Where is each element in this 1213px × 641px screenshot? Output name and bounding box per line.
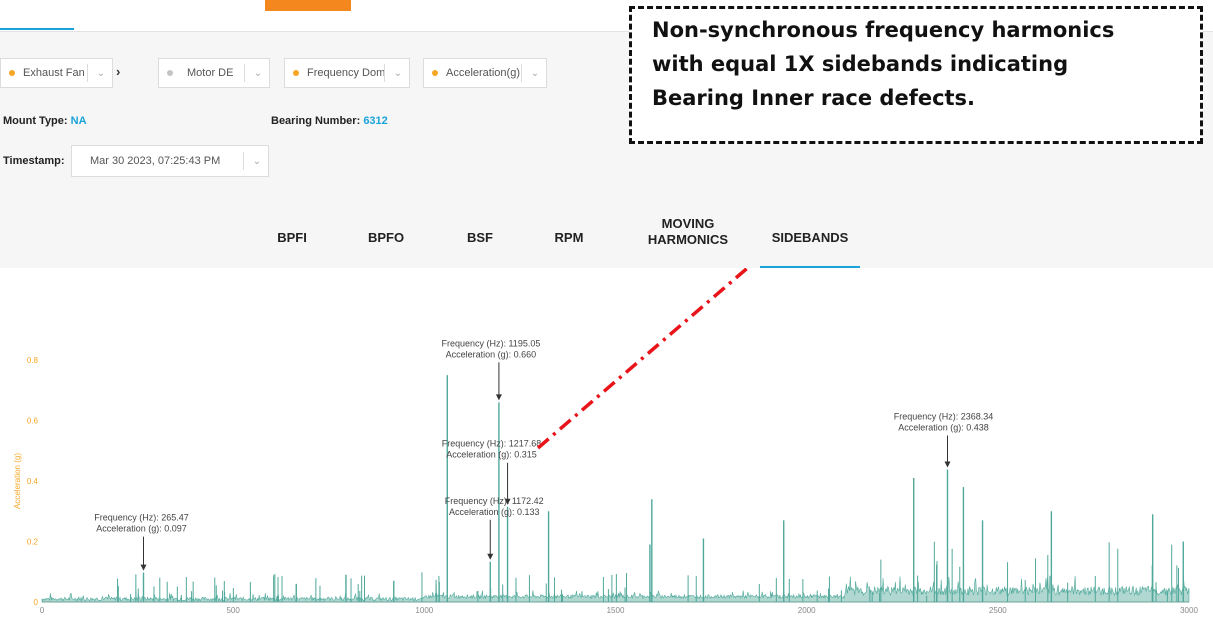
y-tick-label: 0.2 <box>27 538 39 547</box>
asset-select[interactable]: Exhaust Fan 2A ⌄ <box>0 58 113 88</box>
location-select[interactable]: Motor DE ⌄ <box>158 58 270 88</box>
measure-select[interactable]: Acceleration(g) ⌄ <box>423 58 547 88</box>
y-axis-label: Acceleration (g) <box>13 453 22 509</box>
peak-annotation-frequency: Frequency (Hz): 2368.34 <box>894 412 994 422</box>
tab-bpfo[interactable]: BPFO <box>366 230 406 246</box>
select-separator <box>521 64 522 82</box>
spectrum-chart: 0 500 1000 1500 2000 2500 3000 0 0.2 0.4 0.6 0.8 Acc… <box>13 268 1198 615</box>
measure-select-label: Acceleration(g) <box>446 67 520 79</box>
asset-select-label: Exhaust Fan 2A <box>23 67 87 79</box>
annotation-arrowhead <box>487 553 494 560</box>
bearing-number-value: 6312 <box>363 115 388 127</box>
callout-arrow-line <box>536 268 751 450</box>
timestamp-label: Timestamp: <box>3 155 65 167</box>
peak-annotation-frequency: Frequency (Hz): 1172.42 <box>445 496 544 506</box>
domain-select[interactable]: Frequency Domain ⌄ <box>284 58 410 88</box>
chevron-down-icon: ⌄ <box>393 67 403 79</box>
status-dot-icon <box>293 70 299 76</box>
x-tick-label: 2000 <box>798 606 816 615</box>
tab-rpm[interactable]: RPM <box>551 230 587 246</box>
peak-annotation-frequency: Frequency (Hz): 1217.68 <box>442 439 542 449</box>
status-dot-icon <box>167 70 173 76</box>
mount-type: Mount Type: NA <box>3 115 87 127</box>
location-select-label: Motor DE <box>187 67 234 79</box>
chevron-right-icon[interactable]: › <box>116 64 120 79</box>
domain-select-label: Frequency Domain <box>307 67 384 79</box>
chevron-down-icon: ⌄ <box>253 67 263 79</box>
x-tick-label: 2500 <box>989 606 1007 615</box>
select-separator <box>244 64 245 82</box>
x-tick-label: 1000 <box>415 606 433 615</box>
status-dot-icon <box>432 70 438 76</box>
y-tick-label: 0 <box>34 598 39 607</box>
callout-line-2: with equal 1X sidebands indicating <box>652 52 1069 76</box>
y-tick-label: 0.4 <box>27 477 39 486</box>
peak-annotation-acceleration: Acceleration (g): 0.315 <box>446 450 537 460</box>
peak-annotation-acceleration: Acceleration (g): 0.097 <box>96 524 187 534</box>
x-tick-label: 1500 <box>607 606 625 615</box>
annotation-arrowhead <box>140 564 147 571</box>
tab-moving-harmonics-line1: MOVING <box>661 216 715 231</box>
select-separator <box>87 64 88 82</box>
tab-moving-harmonics-line2: HARMONICS <box>647 232 729 247</box>
tab-bpfi[interactable]: BPFI <box>276 230 308 246</box>
bearing-number: Bearing Number: 6312 <box>271 115 388 127</box>
annotation-callout: Non-synchronous frequency harmonics with… <box>629 6 1203 144</box>
peak-annotation-acceleration: Acceleration (g): 0.438 <box>898 423 989 433</box>
callout-line-1: Non-synchronous frequency harmonics <box>652 18 1115 42</box>
annotation-arrowhead <box>944 461 951 468</box>
peak-annotation-frequency: Frequency (Hz): 265.47 <box>94 513 189 523</box>
callout-line-3: Bearing Inner race defects. <box>652 86 976 110</box>
mount-type-value: NA <box>70 115 87 127</box>
spectrum-noise-floor <box>41 575 1190 603</box>
tab-sidebands[interactable]: SIDEBANDS <box>768 230 852 246</box>
annotation-arrowhead <box>495 394 502 401</box>
y-tick-label: 0.8 <box>27 356 39 365</box>
peak-annotation-frequency: Frequency (Hz): 1195.05 <box>441 338 540 348</box>
timestamp-select[interactable]: Mar 30 2023, 07:25:43 PM ⌄ <box>71 145 269 177</box>
chevron-down-icon: ⌄ <box>96 67 106 79</box>
tab-bsf[interactable]: BSF <box>464 230 496 246</box>
timestamp-select-label: Mar 30 2023, 07:25:43 PM <box>90 155 221 167</box>
y-tick-label: 0.6 <box>27 417 39 426</box>
select-separator <box>384 64 385 82</box>
tab-moving-harmonics[interactable]: MOVING HARMONICS <box>638 216 738 248</box>
chevron-down-icon: ⌄ <box>252 155 262 167</box>
mount-type-label: Mount Type: <box>3 115 68 127</box>
x-tick-label: 0 <box>40 606 45 615</box>
peak-annotation-acceleration: Acceleration (g): 0.133 <box>449 507 540 517</box>
x-tick-label: 3000 <box>1180 606 1198 615</box>
select-separator <box>243 152 244 170</box>
active-tab-indicator <box>0 28 74 30</box>
chevron-down-icon: ⌄ <box>530 67 540 79</box>
bearing-number-label: Bearing Number: <box>271 115 361 127</box>
x-tick-label: 500 <box>226 606 240 615</box>
peak-annotation-acceleration: Acceleration (g): 0.660 <box>446 349 537 359</box>
action-button[interactable] <box>265 0 351 11</box>
status-dot-icon <box>9 70 15 76</box>
